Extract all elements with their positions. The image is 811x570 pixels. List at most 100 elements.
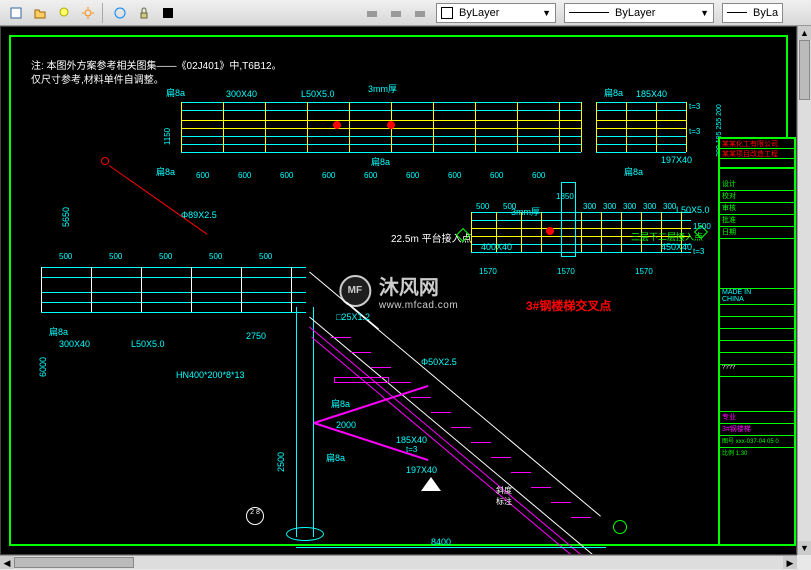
dim-500: 500 — [209, 252, 222, 261]
north-arrow-icon — [421, 477, 441, 491]
tb-row: 校对 — [720, 191, 794, 203]
dim-5650: 5650 — [61, 207, 71, 227]
lightbulb-icon[interactable] — [53, 2, 75, 24]
scroll-right-icon[interactable]: ▶ — [783, 556, 797, 569]
combo-text: ByLayer — [459, 7, 499, 19]
label-bian8a: 扁8a — [156, 165, 175, 178]
scroll-left-icon[interactable]: ◀ — [0, 556, 14, 569]
label-phi89: Φ89X2.5 — [181, 210, 217, 220]
freeze-icon[interactable] — [109, 2, 131, 24]
dim-500: 500 — [109, 252, 122, 261]
top-toolbar: ByLayer▼ ByLayer▼ ByLa — [0, 0, 811, 26]
label-l50x5: L50X5.0 — [676, 205, 710, 215]
line-swatch-icon — [727, 12, 747, 13]
note-line1: 注: 本图外方案参考相关图集——《02J401》中,T6B12。 — [31, 60, 282, 74]
combo-text: ByLa — [753, 7, 778, 19]
open-icon[interactable] — [29, 2, 51, 24]
drawing-notes: 注: 本图外方案参考相关图集——《02J401》中,T6B12。 仅尺寸参考,材… — [31, 60, 282, 88]
print1-icon[interactable] — [361, 2, 383, 24]
dim-300: 300 — [583, 202, 596, 211]
label-bian8a: 扁8a — [624, 165, 643, 178]
label-intersection: 3#钢楼梯交叉点 — [526, 297, 611, 314]
color-swatch-icon — [441, 7, 453, 19]
scroll-up-icon[interactable]: ▲ — [798, 26, 811, 40]
tb-spacer — [720, 305, 794, 365]
dim-500: 500 — [476, 202, 489, 211]
dim-300: 300 — [643, 202, 656, 211]
balloon-marker — [101, 157, 109, 165]
scroll-thumb[interactable] — [799, 40, 810, 100]
tb-row: ???? — [720, 365, 794, 377]
walkway-grid — [41, 267, 306, 312]
dim-600: 600 — [280, 171, 293, 180]
drawing-canvas: 注: 本图外方案参考相关图集——《02J401》中,T6B12。 仅尺寸参考,材… — [1, 27, 796, 554]
dim-2000: 2000 — [336, 420, 356, 430]
label-197x40: 197X40 — [406, 465, 437, 475]
red-marker — [333, 121, 341, 129]
column-base-ellipse — [286, 527, 324, 541]
color-icon[interactable] — [157, 2, 179, 24]
dim-1570: 1570 — [635, 267, 653, 276]
scroll-thumb[interactable] — [14, 557, 134, 568]
tb-row — [720, 317, 794, 329]
color-combo[interactable]: ByLayer▼ — [436, 3, 556, 23]
label-t3: t=3 — [689, 127, 700, 136]
dim-500: 500 — [503, 202, 516, 211]
new-icon[interactable] — [5, 2, 27, 24]
lock-icon[interactable] — [133, 2, 155, 24]
label-floor3-entry: 三层下二层接入点 — [631, 230, 703, 243]
dim-600: 600 — [238, 171, 251, 180]
steel-column — [296, 307, 314, 537]
dim-8400: 8400 — [431, 537, 451, 547]
tb-row: 日期 — [720, 227, 794, 239]
dim-300: 300 — [663, 202, 676, 211]
grid-bubble: 2 8 — [246, 507, 264, 525]
title-block: 某某化工有限公司 某某项目改造工程 设计 校对 审核 批准 日期 MADE IN… — [718, 137, 796, 546]
sun-icon[interactable] — [77, 2, 99, 24]
tb-row — [720, 305, 794, 317]
dim-500: 500 — [159, 252, 172, 261]
label-bian8a: 扁8a — [49, 325, 68, 338]
dim-6000: 6000 — [38, 357, 48, 377]
label-bian8a: 扁8a — [331, 397, 350, 410]
dim-2500: 2500 — [276, 452, 286, 472]
detail-railing-2 — [596, 102, 686, 152]
dim-500: 500 — [59, 252, 72, 261]
dim-1850: 1850 — [556, 192, 574, 201]
scroll-down-icon[interactable]: ▼ — [798, 541, 811, 555]
tb-row: 设计 — [720, 179, 794, 191]
horizontal-scrollbar[interactable]: ◀ ▶ — [0, 555, 797, 569]
label-300x40: 300X40 — [59, 339, 90, 349]
tb-dwg-name: 3#钢楼梯 — [720, 424, 794, 436]
print2-icon[interactable] — [385, 2, 407, 24]
label-t3: t=3 — [689, 102, 700, 111]
tb-row: 专业 — [720, 412, 794, 424]
print3-icon[interactable] — [409, 2, 431, 24]
red-marker — [546, 227, 554, 235]
project-line: 某某化工有限公司 — [720, 139, 794, 149]
dim-300: 300 — [603, 202, 616, 211]
slope-label: 斜度标注 — [496, 485, 512, 507]
label-3mm: 3mm厚 — [368, 82, 397, 95]
model-viewport[interactable]: 注: 本图外方案参考相关图集——《02J401》中,T6B12。 仅尺寸参考,材… — [0, 26, 797, 555]
project-line — [720, 159, 794, 169]
chevron-down-icon: ▼ — [700, 8, 709, 18]
dim-2750: 2750 — [246, 331, 266, 341]
lineweight-combo[interactable]: ByLa — [722, 3, 783, 23]
label-400x40: 400X40 — [481, 242, 512, 252]
tb-row: 审核 — [720, 203, 794, 215]
tb-scale: 比例 1:30 — [720, 448, 794, 460]
dim-600: 600 — [448, 171, 461, 180]
tb-row: 批准 — [720, 215, 794, 227]
red-marker — [387, 121, 395, 129]
linetype-combo[interactable]: ByLayer▼ — [564, 3, 714, 23]
vertical-scrollbar[interactable]: ▲ ▼ — [797, 26, 811, 555]
label-phi50: Φ50X2.5 — [421, 357, 457, 367]
line-swatch-icon — [569, 12, 609, 13]
dim-1570: 1570 — [557, 267, 575, 276]
dim-1570: 1570 — [479, 267, 497, 276]
label-hn400: HN400*200*8*13 — [176, 370, 245, 380]
label-l50x5: L50X5.0 — [131, 339, 165, 349]
axis-marker — [613, 520, 627, 534]
label-1500: 1500 — [693, 222, 711, 231]
